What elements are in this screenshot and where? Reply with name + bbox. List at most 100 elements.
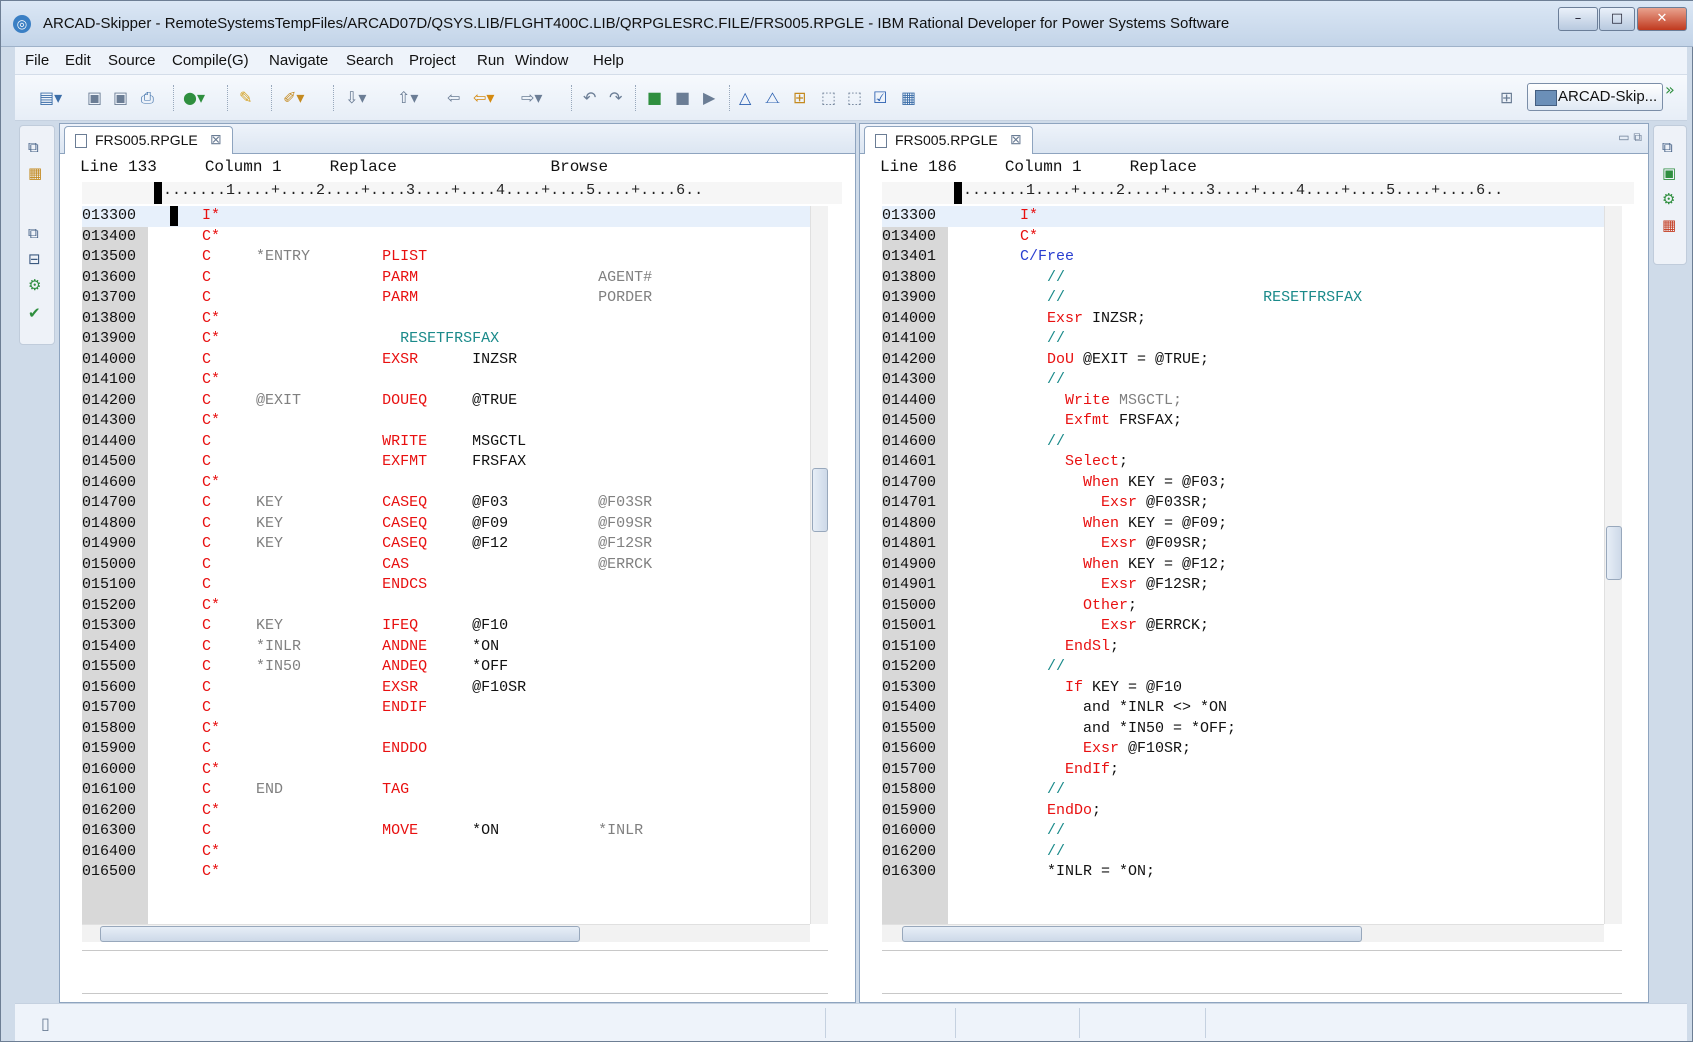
resume-icon[interactable]: ▶ [703,89,715,107]
menu-edit[interactable]: Edit [65,52,91,69]
verify-icon[interactable]: ✔ [28,304,41,322]
column-indicator: Column 1 [1004,158,1082,176]
menu-navigate[interactable]: Navigate [269,52,328,69]
sequence-number: 014300 [82,412,137,429]
horizontal-scrollbar[interactable] [82,924,810,942]
perspective-more-icon[interactable]: » [1665,81,1675,99]
new-icon[interactable]: ▤▾ [39,89,62,107]
problems-icon[interactable]: ▦ [1662,216,1676,234]
outline-icon[interactable]: ⊟ [28,250,41,268]
menu-run[interactable]: Run [477,52,505,69]
menu-file[interactable]: File [25,52,49,69]
menu-search[interactable]: Search [346,52,394,69]
code-gap [948,617,1020,634]
editor-tab[interactable]: FRS005.RPGLE ⊠ [864,126,1033,154]
open-perspective-icon[interactable]: ⊞ [1500,88,1513,107]
code-line: 016200 C* [82,801,810,822]
code-token: Select [1020,453,1120,470]
fast-view-icon[interactable]: ▯ [41,1014,50,1033]
restore-icon[interactable]: ⧉ [28,138,39,156]
close-tab-icon[interactable]: ⊠ [210,131,222,148]
minimize-maximize-icon[interactable]: ▭ ⧉ [1618,130,1642,145]
scroll-thumb[interactable] [1606,526,1622,580]
hierarchy-icon[interactable]: ⊞ [793,89,806,107]
save-icon[interactable]: ▣ [87,89,102,107]
spec-type: I* [202,207,257,224]
save-all-icon[interactable]: ▣ [113,89,128,107]
sequence-number: 013400 [882,227,937,245]
sequence-number: 016100 [82,781,137,798]
sequence-number: 014800 [882,514,937,532]
factor2 [472,576,598,593]
restore-icon[interactable]: ⧉ [1662,138,1673,156]
code-token: // [1020,289,1066,306]
run-icon[interactable]: ●▾ [183,89,205,107]
remote-systems-icon[interactable]: ▦ [28,164,42,182]
code-gap [148,843,202,860]
object-table-icon[interactable]: ⚙ [28,276,41,294]
code-token: ; [1110,760,1120,778]
factor1: *INLR [256,637,383,655]
vertical-scrollbar[interactable] [1604,206,1622,924]
undo-icon[interactable]: ↶ [583,89,596,107]
search-icon[interactable]: ✐▾ [283,89,304,107]
prev-annotation-icon[interactable]: ⇧▾ [397,89,418,107]
next-annotation-icon[interactable]: ⇩▾ [345,89,366,107]
sequence-number: 015700 [882,760,937,778]
menu-source[interactable]: Source [108,52,156,69]
tasks-icon[interactable]: ⚙ [1662,190,1675,208]
toolbar-separator [173,85,174,111]
properties-icon[interactable]: ▣ [1662,164,1676,182]
factor1 [256,740,382,757]
checklist-icon[interactable]: ☑ [873,89,887,107]
close-button[interactable]: ✕ [1637,7,1687,31]
pen-icon[interactable]: ✎ [239,89,252,107]
menu-help[interactable]: Help [593,52,624,69]
menu-project[interactable]: Project [409,52,456,69]
database-icon[interactable]: ▦ [901,89,916,107]
factor1: @EXIT [256,391,383,409]
scroll-thumb[interactable] [812,468,828,532]
code-gap [948,228,1020,245]
last-edit-icon[interactable]: ⇦ [447,89,460,107]
factor1 [256,761,382,778]
minimize-button[interactable]: – [1558,7,1598,31]
close-tab-icon[interactable]: ⊠ [1010,131,1022,148]
code-gap [148,248,202,265]
opcode [382,228,472,245]
deploy-icon[interactable]: ⬚ [821,89,836,107]
code-token: When [1020,514,1120,532]
code-line: 014800 C KEY CASEQ @F09 @F09SR [82,514,810,535]
code-line: 014900 C KEY CASEQ @F12 @F12SR [82,534,810,555]
redo-icon[interactable]: ↷ [609,89,622,107]
back-icon[interactable]: ⇦▾ [473,89,494,107]
factor2 [472,802,598,819]
scroll-thumb[interactable] [902,926,1362,942]
debug-icon[interactable]: ■ [647,89,662,107]
spec-type: C [202,576,257,593]
code-gap [148,740,202,757]
compare-icon[interactable]: ⧍ [765,89,780,107]
maximize-button[interactable]: □ [1599,7,1635,31]
sequence-number: 016000 [82,760,137,778]
result-field: @ERRCK [598,555,653,573]
code-gap [148,310,202,327]
code-token: KEY = @F10 [1083,678,1183,696]
title-bar[interactable]: ◎ ARCAD-Skipper - RemoteSystemsTempFiles… [1,1,1693,47]
forward-icon[interactable]: ⇨▾ [521,89,542,107]
scroll-thumb[interactable] [100,926,580,942]
delta-icon[interactable]: △ [739,89,751,107]
retrieve-icon[interactable]: ⬚ [847,89,862,107]
code-gap [948,576,1020,593]
print-icon[interactable]: ⎙ [141,89,154,107]
vertical-scrollbar[interactable] [810,206,828,924]
restore-icon[interactable]: ⧉ [28,224,39,242]
sequence-number: 014400 [82,432,137,450]
editor-tab[interactable]: FRS005.RPGLE ⊠ [64,126,233,154]
code-area[interactable]: 013300 I* 013400 C* 013401 C/Free 013800 //… [882,206,1604,924]
menu-window[interactable]: Window [515,52,568,69]
stop-icon[interactable]: ■ [675,89,690,107]
horizontal-scrollbar[interactable] [882,924,1604,942]
menu-compile[interactable]: Compile(G) [172,52,249,69]
code-area[interactable]: 013300 I* 013400 C* 013500 C *ENTRY PLIS… [82,206,810,924]
